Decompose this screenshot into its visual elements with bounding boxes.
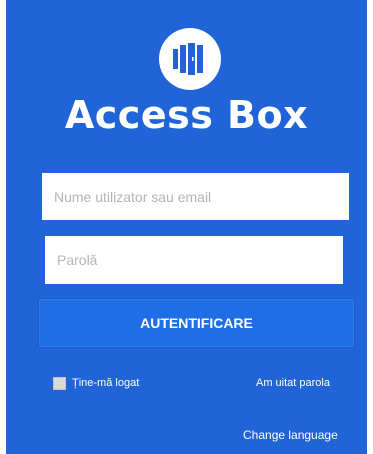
password-input[interactable] (45, 236, 343, 284)
app-logo (159, 28, 221, 90)
login-button[interactable]: AUTENTIFICARE (38, 298, 355, 348)
door-panels-icon (173, 43, 203, 75)
username-input[interactable] (42, 173, 349, 220)
login-panel: Access Box AUTENTIFICARE Ține-mă logat A… (6, 0, 367, 454)
app-title: Access Box (64, 93, 309, 137)
remember-me-toggle[interactable]: Ține-mă logat (53, 375, 139, 391)
remember-me-label: Ține-mă logat (72, 377, 140, 389)
change-language-link[interactable]: Change language (243, 428, 338, 442)
forgot-password-link[interactable]: Am uitat parola (256, 377, 330, 389)
remember-me-checkbox[interactable] (53, 376, 66, 390)
